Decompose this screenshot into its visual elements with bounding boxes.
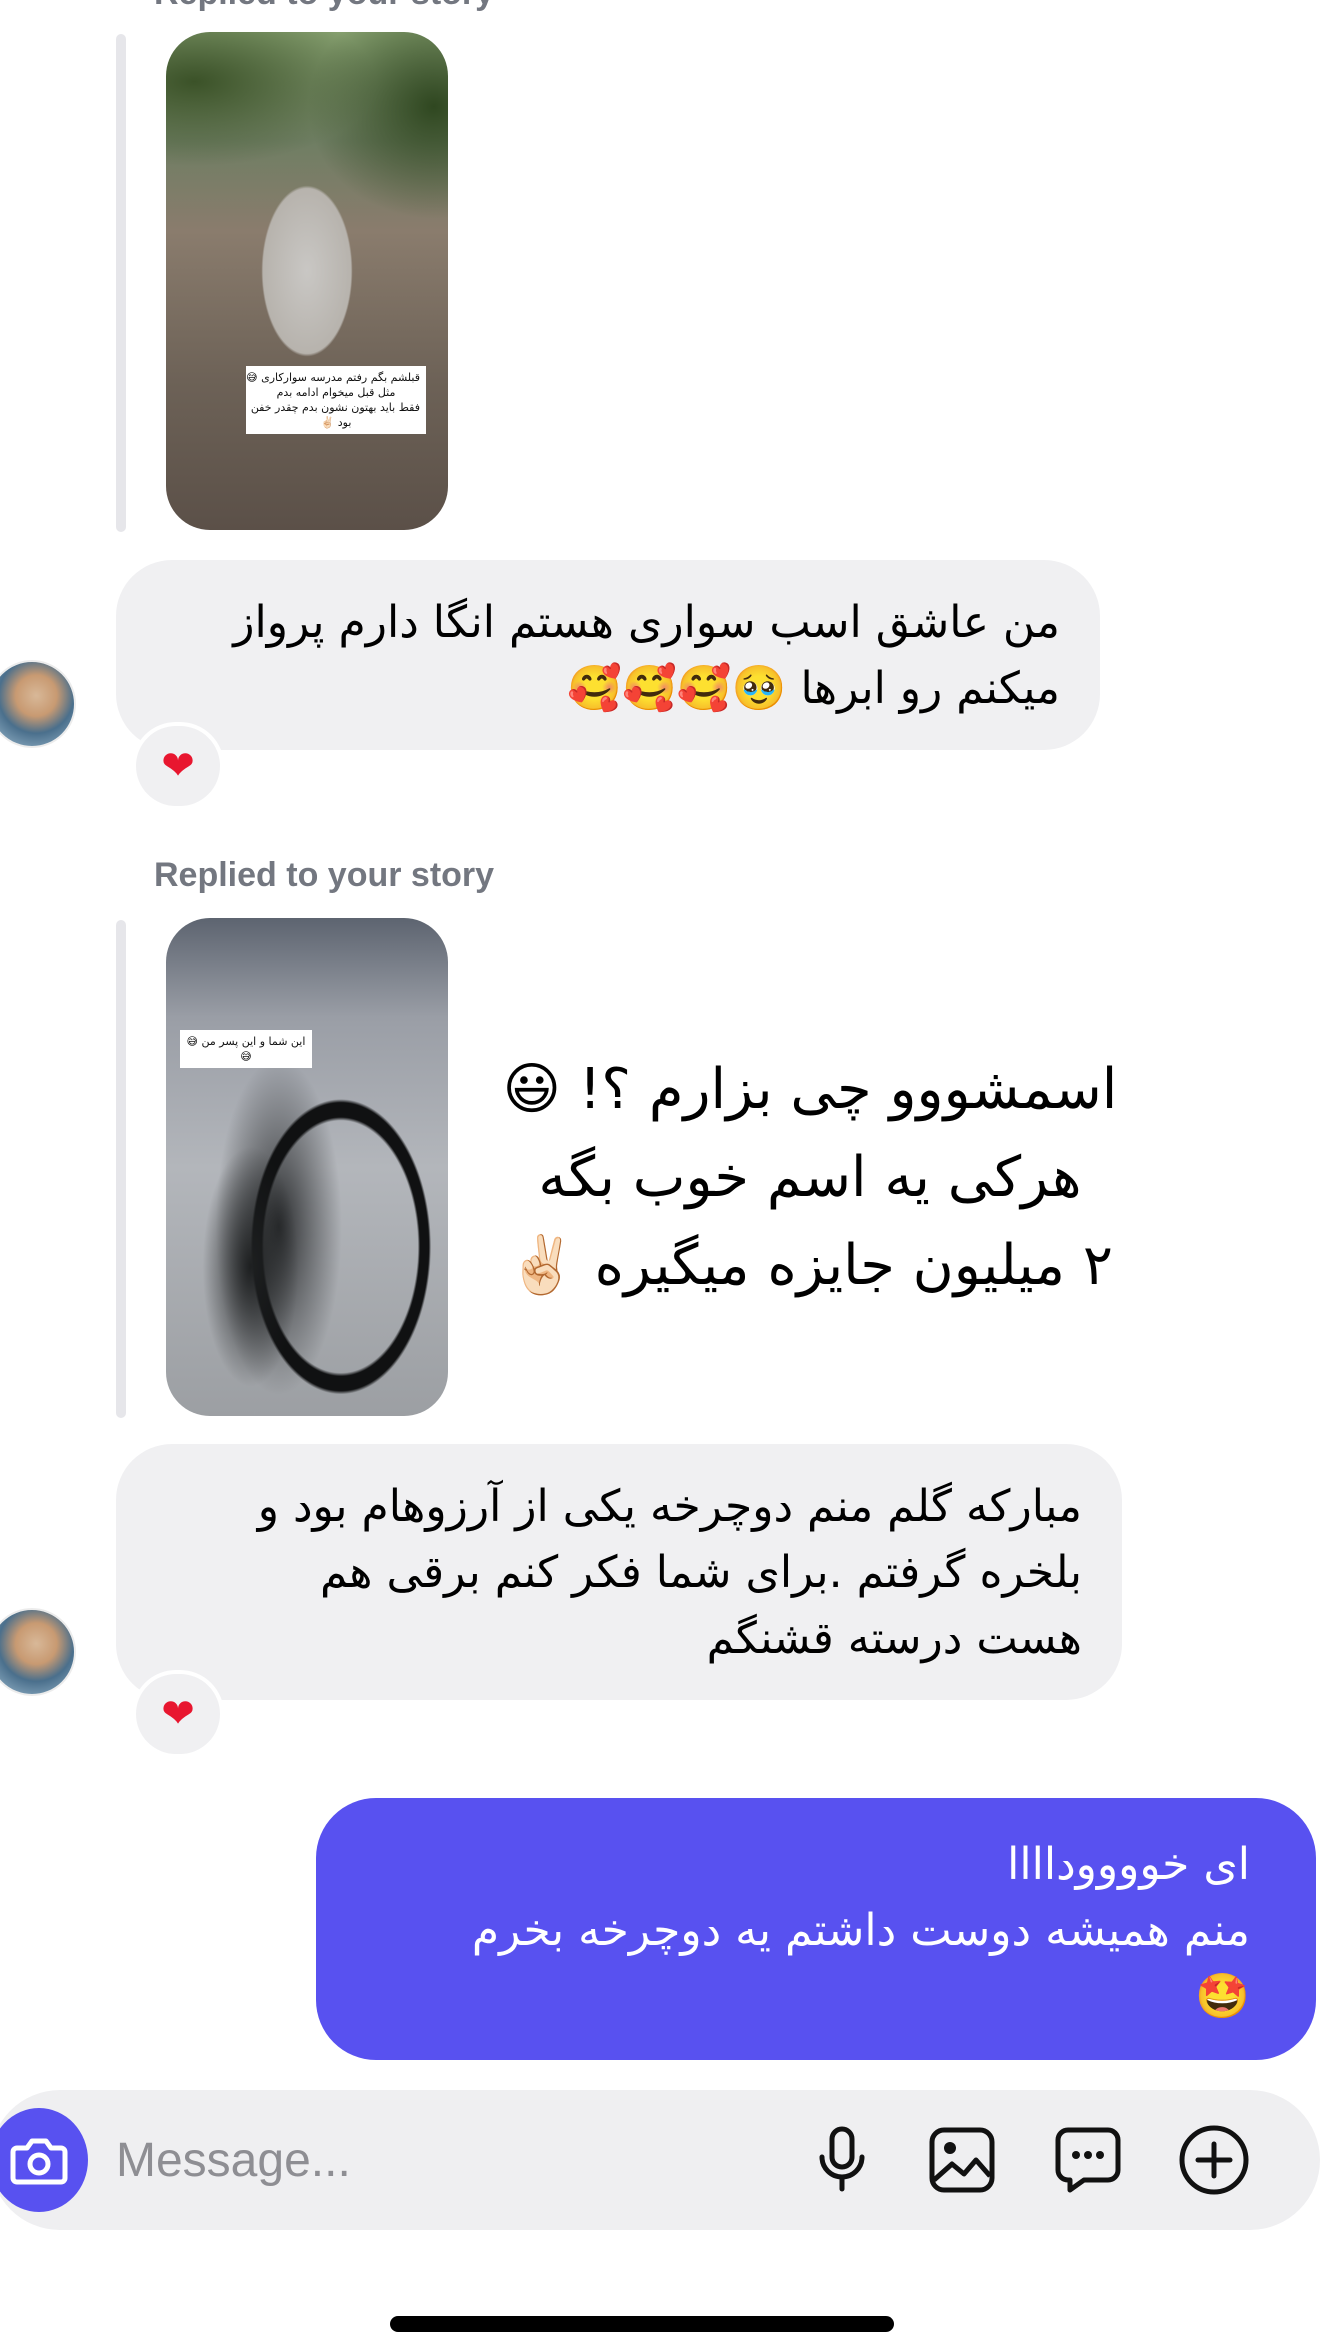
microphone-button[interactable] xyxy=(802,2120,882,2200)
heart-icon: ❤ xyxy=(161,1691,195,1737)
message-line: منم همیشه دوست داشتم یه دوچرخه بخرم xyxy=(471,1905,1250,1956)
story-quote-bar xyxy=(116,34,126,532)
gallery-icon xyxy=(929,2127,995,2193)
incoming-message[interactable]: مبارکه گلم منم دوچرخه یکی از آرزوهام بود… xyxy=(116,1444,1122,1700)
outgoing-message[interactable]: ای خووووداااا منم همیشه دوست داشتم یه دو… xyxy=(316,1798,1316,2060)
sender-avatar[interactable] xyxy=(0,660,76,748)
message-line: هست درسته قشنگم xyxy=(706,1613,1082,1664)
microphone-icon xyxy=(819,2126,865,2192)
camera-icon xyxy=(10,2138,68,2185)
story-quote-bar xyxy=(116,920,126,1418)
sticker-line: بود ✌🏻 xyxy=(320,416,352,429)
sticker-icon xyxy=(1055,2127,1121,2193)
sticker-line: فقط باید بهتون نشون بدم چقدر خفن xyxy=(250,401,420,414)
message-line: 🤩 xyxy=(1195,1971,1250,2022)
add-button[interactable] xyxy=(1174,2120,1254,2200)
heart-icon: ❤ xyxy=(161,743,195,789)
story-thumbnail-bike[interactable]: این شما و این پسر من 😅 😅 xyxy=(166,918,448,1416)
sticker-button[interactable] xyxy=(1048,2120,1128,2200)
message-line: بلخره گرفتم .برای شما فکر کنم برقی هم xyxy=(320,1547,1082,1598)
sender-avatar[interactable] xyxy=(0,1608,76,1696)
story-sticker: این شما و این پسر من 😅 😅 xyxy=(180,1030,312,1068)
sticker-line: مثل قبل میخوام ادامه بدم xyxy=(276,386,396,399)
message-line: مبارکه گلم منم دوچرخه یکی از آرزوهام بود… xyxy=(257,1481,1082,1532)
message-line: ای خووووداااا xyxy=(1007,1839,1250,1890)
story-reply-label: Replied to your story xyxy=(154,856,495,894)
gallery-button[interactable] xyxy=(922,2120,1002,2200)
caption-line: هرکی یه اسم خوب بگه xyxy=(538,1145,1082,1210)
sticker-line: 😅 xyxy=(240,1050,252,1063)
add-icon xyxy=(1179,2125,1249,2195)
message-input[interactable] xyxy=(116,2122,636,2198)
sticker-line: این شما و این پسر من 😅 xyxy=(186,1035,306,1048)
home-indicator xyxy=(390,2316,894,2332)
caption-line: اسمشووو چی بزارم ؟! 😃 xyxy=(502,1057,1118,1122)
sticker-line: قبلشم بگم رفتم مدرسه سوارکاری 😅 xyxy=(246,371,420,384)
story-thumbnail-horse[interactable]: قبلشم بگم رفتم مدرسه سوارکاری 😅 مثل قبل … xyxy=(166,32,448,530)
caption-line: ۲ میلیون جایزه میگیره ✌🏻 xyxy=(507,1233,1113,1298)
heart-reaction[interactable]: ❤ xyxy=(132,1670,224,1758)
heart-reaction[interactable]: ❤ xyxy=(132,722,224,810)
message-line: میکنم رو ابرها 🥹🥰🥰🥰 xyxy=(567,663,1060,714)
story-reply-label-top: Replied to your story xyxy=(154,0,494,13)
story-sticker: قبلشم بگم رفتم مدرسه سوارکاری 😅 مثل قبل … xyxy=(246,366,426,434)
message-line: من عاشق اسب سواری هستم انگا دارم پرواز xyxy=(233,597,1060,648)
story-caption: اسمشووو چی بزارم ؟! 😃 هرکی یه اسم خوب بگ… xyxy=(450,1046,1170,1310)
incoming-message[interactable]: من عاشق اسب سواری هستم انگا دارم پرواز م… xyxy=(116,560,1100,750)
